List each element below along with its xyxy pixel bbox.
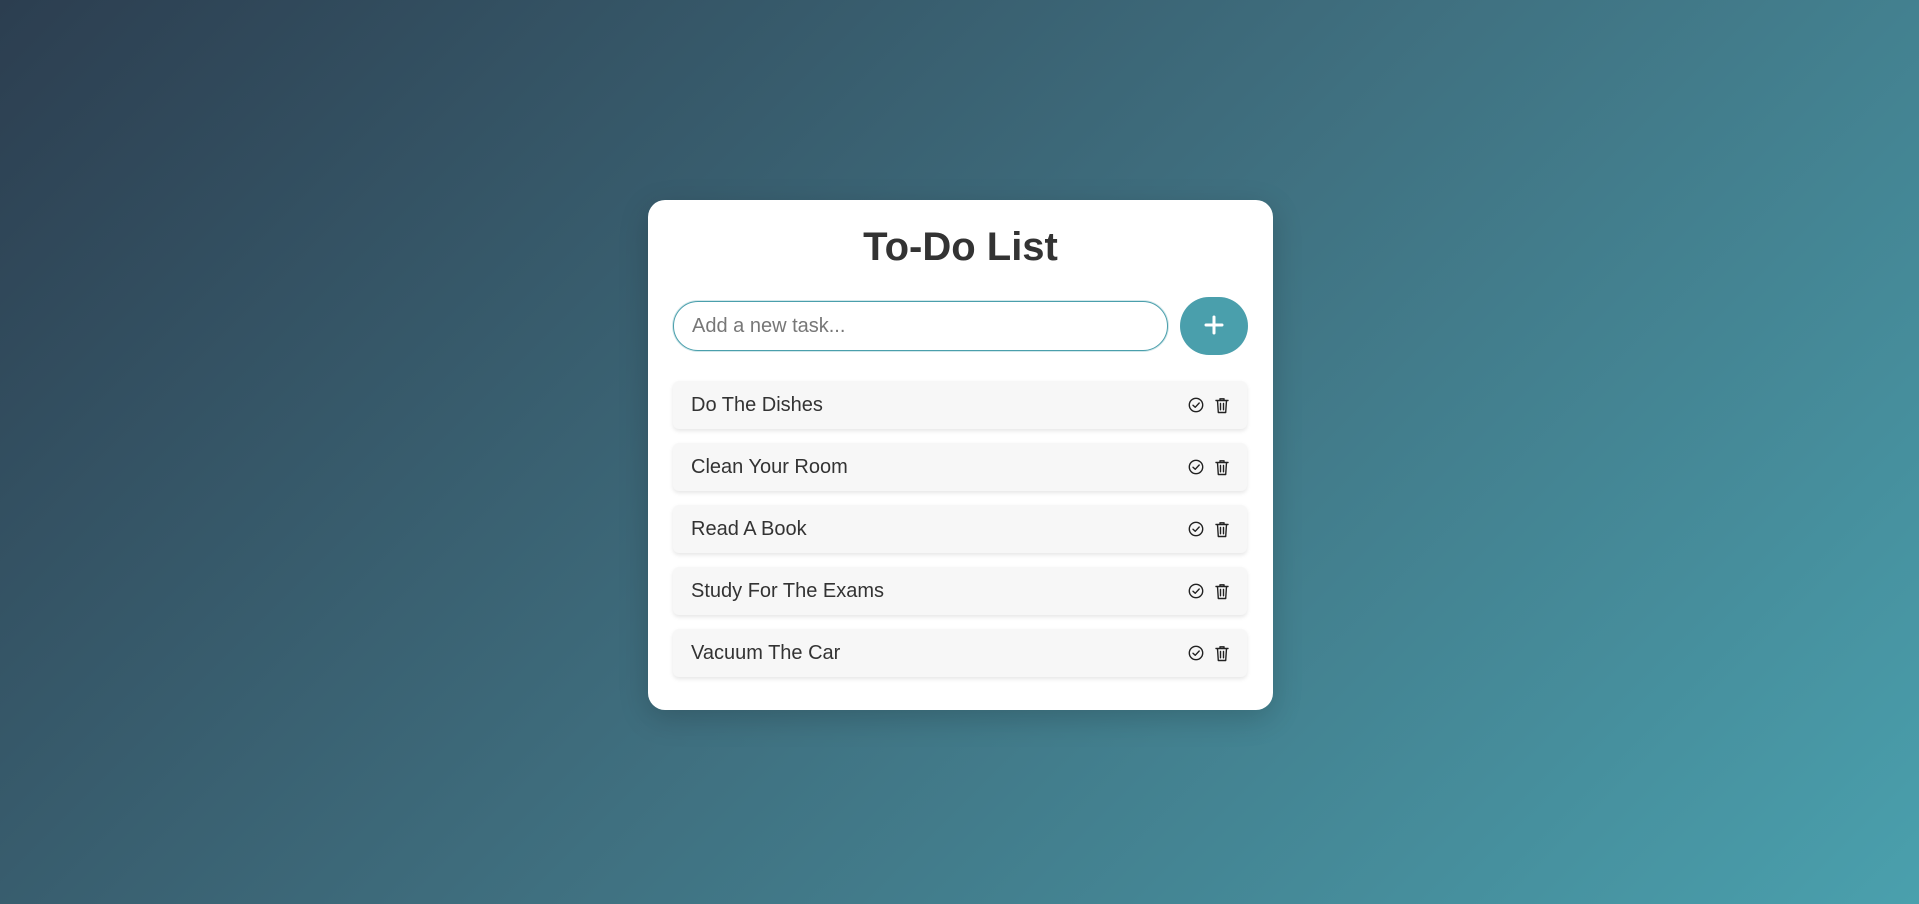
- delete-task-button[interactable]: [1213, 459, 1230, 476]
- todo-card: To-Do List Do The Dishes: [648, 200, 1273, 710]
- task-item: Clean Your Room: [673, 443, 1247, 491]
- task-item: Study For The Exams: [673, 567, 1247, 615]
- check-circle-icon: [1188, 521, 1204, 537]
- check-circle-icon: [1188, 397, 1204, 413]
- task-text: Study For The Exams: [691, 579, 885, 602]
- complete-task-button[interactable]: [1187, 521, 1204, 538]
- complete-task-button[interactable]: [1187, 645, 1204, 662]
- check-circle-icon: [1188, 583, 1204, 599]
- complete-task-button[interactable]: [1187, 397, 1204, 414]
- task-actions: [1187, 397, 1230, 414]
- check-circle-icon: [1188, 645, 1204, 661]
- trash-icon: [1214, 459, 1230, 476]
- delete-task-button[interactable]: [1213, 583, 1230, 600]
- check-circle-icon: [1188, 459, 1204, 475]
- task-text: Vacuum The Car: [691, 641, 841, 664]
- task-actions: [1187, 583, 1230, 600]
- add-task-row: [673, 297, 1248, 355]
- delete-task-button[interactable]: [1213, 397, 1230, 414]
- plus-icon: [1204, 315, 1224, 338]
- task-item: Do The Dishes: [673, 381, 1247, 429]
- task-actions: [1187, 521, 1230, 538]
- task-item: Vacuum The Car: [673, 629, 1247, 677]
- task-actions: [1187, 459, 1230, 476]
- add-task-button[interactable]: [1180, 297, 1248, 355]
- task-text: Read A Book: [691, 517, 807, 540]
- task-text: Do The Dishes: [691, 393, 823, 416]
- task-text: Clean Your Room: [691, 455, 848, 478]
- task-list: Do The Dishes Clean Your Room Read A Boo…: [673, 381, 1248, 677]
- task-item: Read A Book: [673, 505, 1247, 553]
- complete-task-button[interactable]: [1187, 459, 1204, 476]
- complete-task-button[interactable]: [1187, 583, 1204, 600]
- trash-icon: [1214, 583, 1230, 600]
- trash-icon: [1214, 397, 1230, 414]
- task-actions: [1187, 645, 1230, 662]
- trash-icon: [1214, 645, 1230, 662]
- page-title: To-Do List: [863, 225, 1058, 269]
- trash-icon: [1214, 521, 1230, 538]
- delete-task-button[interactable]: [1213, 521, 1230, 538]
- task-input[interactable]: [673, 301, 1169, 351]
- delete-task-button[interactable]: [1213, 645, 1230, 662]
